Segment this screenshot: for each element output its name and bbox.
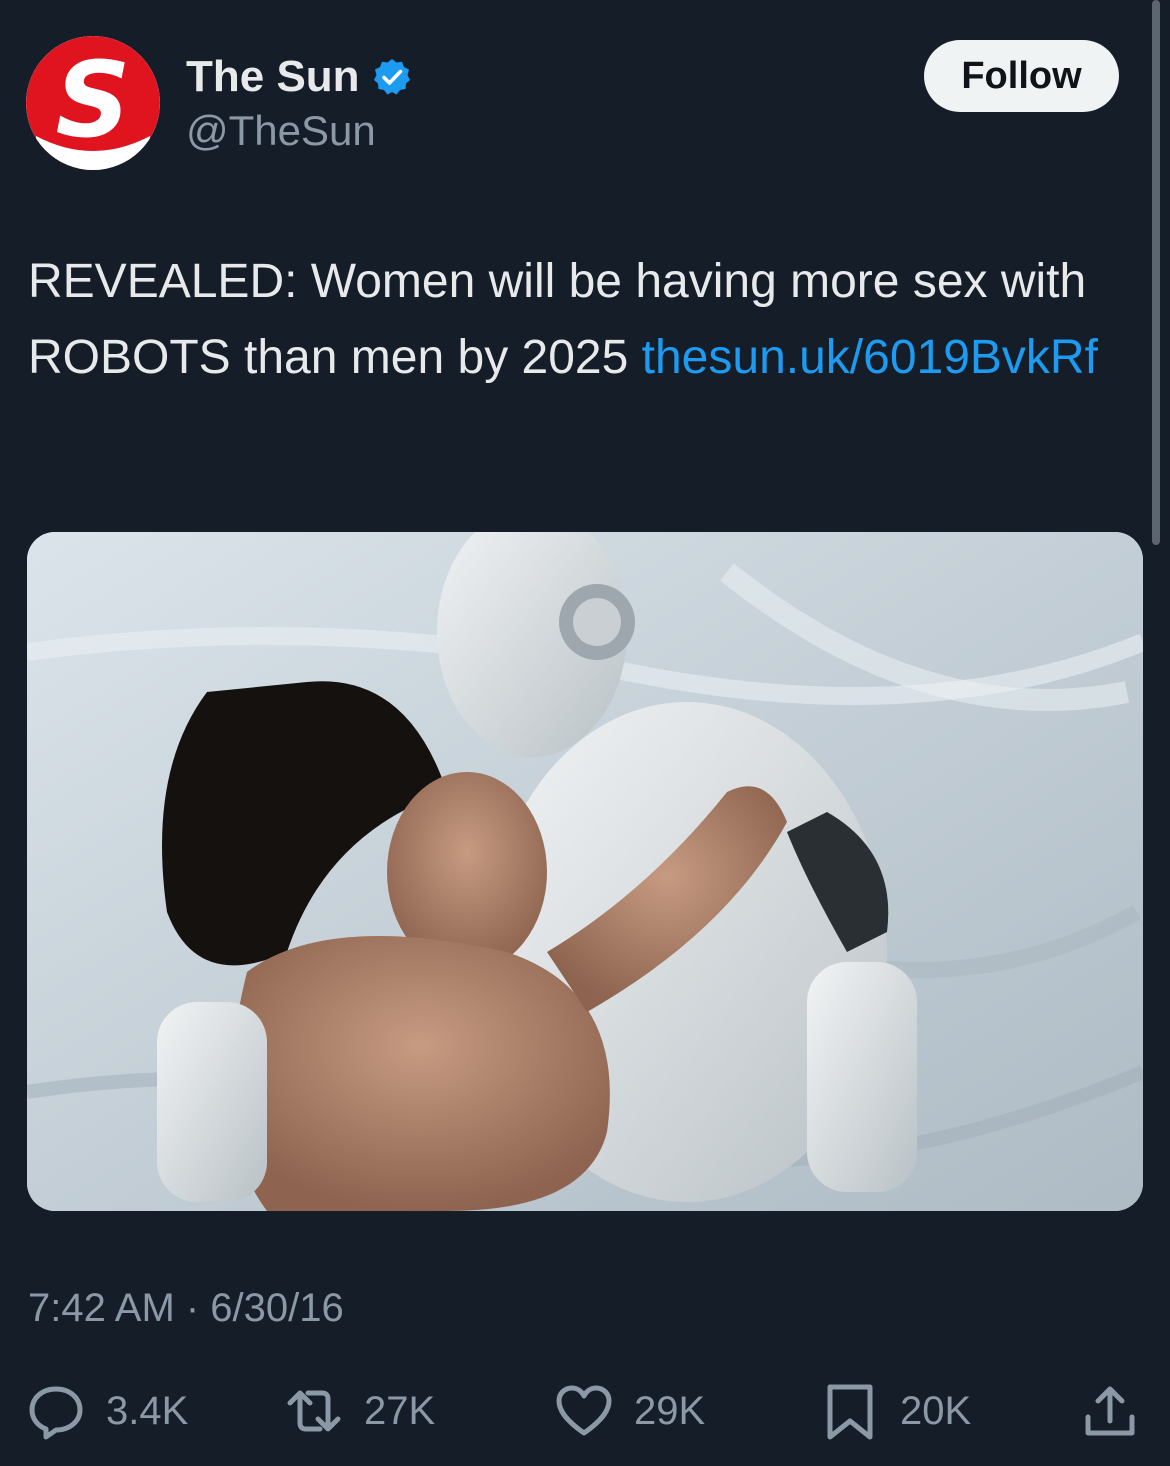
tweet-media-photo[interactable] <box>27 532 1143 1211</box>
heart-icon <box>556 1385 612 1436</box>
author-name[interactable]: The Sun <box>186 52 412 102</box>
tweet-text: REVEALED: Women will be having more sex … <box>28 244 1143 396</box>
share-button[interactable] <box>1080 1376 1140 1446</box>
tweet-link[interactable]: thesun.uk/6019BvkRf <box>642 331 1098 384</box>
author-name-label: The Sun <box>186 52 360 101</box>
share-icon <box>1085 1386 1135 1436</box>
author-handle[interactable]: @TheSun <box>186 106 376 156</box>
repost-button[interactable]: 27K <box>284 1376 435 1446</box>
avatar[interactable]: S <box>26 36 160 170</box>
verified-badge-icon <box>373 59 410 95</box>
bookmark-button[interactable]: 20K <box>820 1376 971 1446</box>
reply-button[interactable]: 3.4K <box>26 1376 188 1446</box>
repost-count: 27K <box>364 1388 436 1433</box>
scrollbar[interactable] <box>1152 0 1160 545</box>
like-count: 29K <box>634 1388 706 1433</box>
tweet-actions: 3.4K 27K 29K 20K <box>0 1376 1170 1446</box>
bookmark-icon <box>827 1384 873 1440</box>
bookmark-count: 20K <box>900 1388 972 1433</box>
photo-icon <box>27 532 1143 1211</box>
tweet-timestamp[interactable]: 7:42 AM · 6/30/16 <box>28 1284 344 1332</box>
svg-text:S: S <box>56 39 131 161</box>
reply-icon <box>29 1386 83 1440</box>
reply-count: 3.4K <box>106 1388 189 1433</box>
repost-icon <box>287 1390 341 1432</box>
like-button[interactable]: 29K <box>554 1376 705 1446</box>
follow-button[interactable]: Follow <box>924 40 1119 112</box>
the-sun-logo: S <box>26 36 160 170</box>
